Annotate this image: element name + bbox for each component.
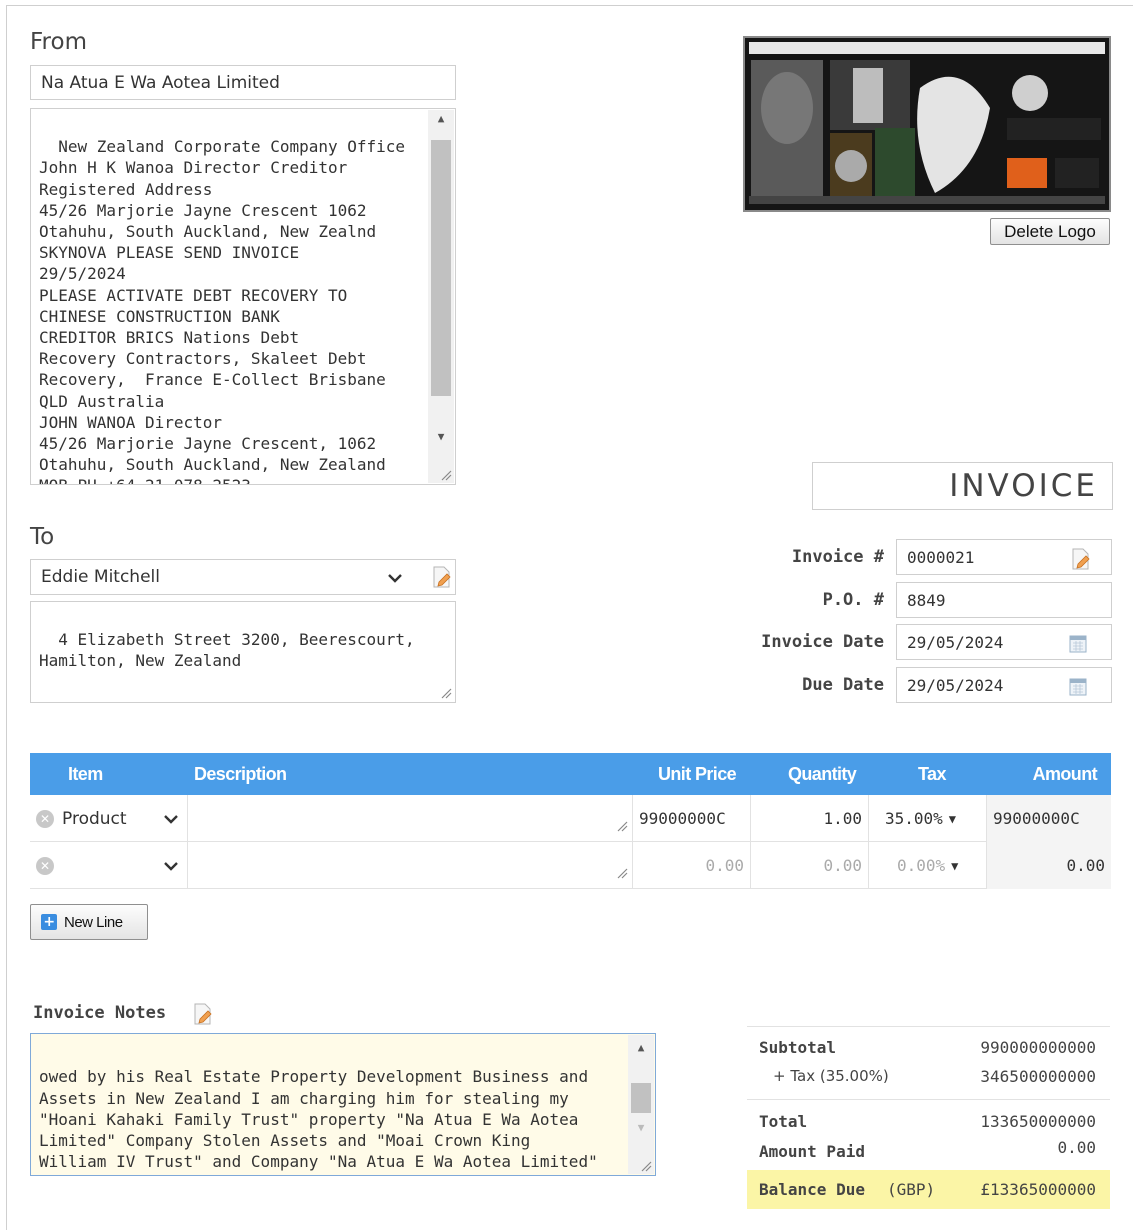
chevron-down-icon[interactable] xyxy=(163,860,179,872)
table-row: ✕ Product 99000000C 1.00 35.00% ▼ 990000… xyxy=(30,795,1111,842)
tax-select[interactable]: 35.00% ▼ xyxy=(869,795,987,842)
caret-down-icon: ▼ xyxy=(951,858,959,873)
description-input[interactable] xyxy=(188,842,633,889)
invoice-number-value: 0000021 xyxy=(907,547,975,567)
resize-grip-icon[interactable] xyxy=(616,820,628,832)
header-tax: Tax xyxy=(918,764,946,784)
resize-grip-icon[interactable] xyxy=(616,867,628,879)
description-input[interactable] xyxy=(188,795,633,842)
invoice-date-value: 29/05/2024 xyxy=(907,632,1004,652)
header-quantity: Quantity xyxy=(788,764,857,784)
tax-value: 35.00% xyxy=(885,809,943,828)
balance-currency: (GBP) xyxy=(887,1180,936,1199)
invoice-date-input[interactable]: 29/05/2024 xyxy=(896,624,1112,660)
po-number-input[interactable]: 8849 xyxy=(896,582,1112,618)
item-name: Product xyxy=(62,808,127,829)
header-unit-price: Unit Price xyxy=(658,764,737,784)
balance-due-value: £13365000000 xyxy=(980,1180,1096,1199)
header-item: Item xyxy=(68,764,103,784)
tax-label: + Tax (35.00%) xyxy=(773,1067,889,1085)
due-date-label: Due Date xyxy=(802,675,884,695)
totals-divider xyxy=(747,1099,1110,1100)
scroll-thumb[interactable] xyxy=(631,1083,651,1113)
scroll-up-icon[interactable]: ▲ xyxy=(428,110,454,128)
from-address-textarea[interactable]: New Zealand Corporate Company Office Joh… xyxy=(30,108,456,485)
remove-line-icon[interactable]: ✕ xyxy=(36,809,54,828)
scroll-thumb[interactable] xyxy=(431,140,451,396)
company-logo-image xyxy=(743,36,1111,212)
edit-notes-icon[interactable] xyxy=(193,1003,213,1025)
invoice-number-input[interactable]: 0000021 xyxy=(896,539,1112,575)
client-select[interactable]: Eddie Mitchell xyxy=(30,559,456,595)
amount-value: 0.00 xyxy=(987,842,1111,889)
scroll-up-icon[interactable]: ▲ xyxy=(628,1039,654,1057)
total-value: 133650000000 xyxy=(980,1112,1096,1131)
from-label: From xyxy=(30,29,87,55)
from-company-input[interactable]: Na Atua E Wa Aotea Limited xyxy=(30,65,456,100)
balance-due-label: Balance Due xyxy=(759,1180,865,1199)
po-number-label: P.O. # xyxy=(822,590,884,610)
caret-down-icon: ▼ xyxy=(948,811,957,826)
delete-logo-button[interactable]: Delete Logo xyxy=(990,218,1110,245)
remove-line-icon[interactable]: ✕ xyxy=(36,856,54,875)
to-label: To xyxy=(30,524,55,550)
notes-text: owed by his Real Estate Property Develop… xyxy=(39,1067,598,1175)
due-date-input[interactable]: 29/05/2024 xyxy=(896,667,1112,703)
chevron-down-icon[interactable] xyxy=(387,572,403,584)
line-items-header: Item Description Unit Price Quantity Tax… xyxy=(30,753,1111,795)
new-line-label: New Line xyxy=(64,913,123,931)
client-address-text: 4 Elizabeth Street 3200, Beerescourt, Ha… xyxy=(39,630,415,671)
due-date-value: 29/05/2024 xyxy=(907,675,1004,695)
resize-grip-icon[interactable] xyxy=(440,687,452,699)
edit-number-icon[interactable] xyxy=(1071,548,1091,570)
balance-due-row: Balance Due (GBP) £13365000000 xyxy=(747,1170,1110,1209)
invoice-title[interactable]: INVOICE xyxy=(812,462,1113,510)
notes-scrollbar[interactable]: ▲ ▼ xyxy=(628,1035,654,1174)
chevron-down-icon[interactable] xyxy=(163,813,179,825)
from-address-text: New Zealand Corporate Company Office Joh… xyxy=(39,137,406,484)
unit-price-input[interactable]: 0.00 xyxy=(633,842,751,889)
header-description: Description xyxy=(194,764,287,784)
quantity-input[interactable]: 0.00 xyxy=(751,842,869,889)
subtotal-label: Subtotal xyxy=(759,1038,837,1057)
tax-value: 0.00% xyxy=(897,856,946,875)
calendar-icon[interactable] xyxy=(1069,633,1087,653)
amount-value: 99000000C xyxy=(987,795,1111,842)
item-select[interactable]: ✕ Product xyxy=(30,795,188,842)
amount-paid-label: Amount Paid xyxy=(759,1142,865,1161)
notes-textarea[interactable]: owed by his Real Estate Property Develop… xyxy=(30,1033,656,1176)
quantity-input[interactable]: 1.00 xyxy=(751,795,869,842)
invoice-date-label: Invoice Date xyxy=(761,632,884,652)
table-row: ✕ 0.00 0.00 0.00% ▼ 0.00 xyxy=(30,842,1111,889)
new-line-button[interactable]: + New Line xyxy=(30,904,148,940)
plus-icon: + xyxy=(41,914,57,930)
notes-label: Invoice Notes xyxy=(33,1003,167,1023)
totals-divider xyxy=(747,1026,1110,1027)
total-label: Total xyxy=(759,1112,808,1131)
amount-paid-value: 0.00 xyxy=(1057,1138,1096,1157)
tax-select[interactable]: 0.00% ▼ xyxy=(869,842,987,889)
calendar-icon[interactable] xyxy=(1069,676,1087,696)
resize-grip-icon[interactable] xyxy=(440,469,452,481)
scroll-down-icon[interactable]: ▼ xyxy=(628,1119,654,1137)
tax-total-value: 346500000000 xyxy=(980,1067,1096,1086)
subtotal-value: 990000000000 xyxy=(980,1038,1096,1057)
resize-grip-icon[interactable] xyxy=(640,1160,652,1172)
edit-client-icon[interactable] xyxy=(432,566,452,588)
from-address-scrollbar[interactable]: ▲ ▼ xyxy=(428,110,454,483)
item-select[interactable]: ✕ xyxy=(30,842,188,889)
unit-price-input[interactable]: 99000000C xyxy=(633,795,751,842)
header-amount: Amount xyxy=(1032,764,1098,784)
client-address-textarea[interactable]: 4 Elizabeth Street 3200, Beerescourt, Ha… xyxy=(30,601,456,703)
invoice-number-label: Invoice # xyxy=(791,547,884,567)
scroll-down-icon[interactable]: ▼ xyxy=(428,428,454,446)
client-name: Eddie Mitchell xyxy=(41,567,160,587)
